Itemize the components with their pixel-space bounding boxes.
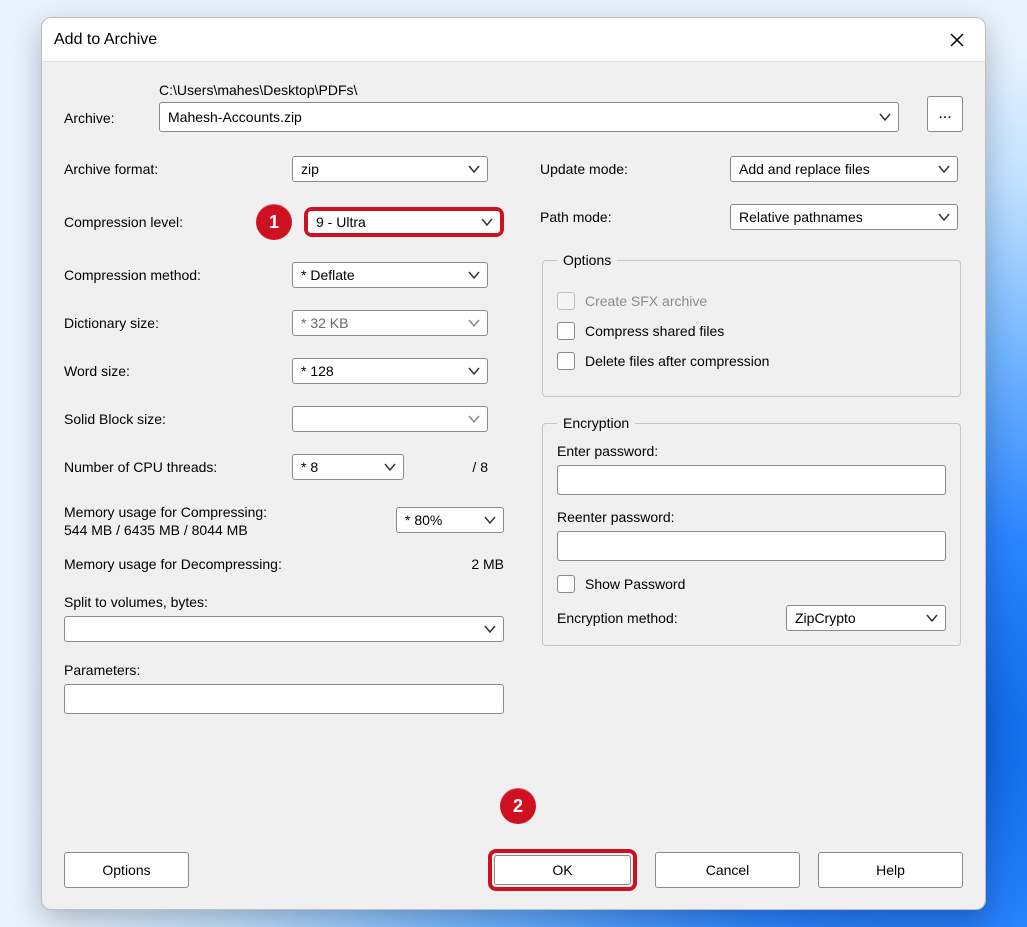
options-group: Options Create SFX archive Compress shar… [542,252,961,397]
chevron-down-icon [919,612,945,624]
split-volumes-label: Split to volumes, bytes: [64,594,504,610]
enter-password-input[interactable] [557,465,946,495]
solid-block-size-select[interactable] [292,406,488,432]
cancel-button[interactable]: Cancel [655,852,800,888]
checkbox-icon [557,352,575,370]
compression-method-select[interactable]: * Deflate [292,262,488,288]
add-to-archive-dialog: Add to Archive Archive: C:\Users\mahes\D… [41,17,986,910]
chevron-down-icon [931,211,957,223]
path-mode-label: Path mode: [540,209,730,225]
cpu-threads-select[interactable]: * 8 [292,454,404,480]
chevron-down-icon [872,111,898,123]
archive-path: C:\Users\mahes\Desktop\PDFs\ [159,82,899,98]
reenter-password-label: Reenter password: [557,509,946,525]
compression-method-label: Compression method: [64,267,292,283]
dictionary-size-label: Dictionary size: [64,315,292,331]
enter-password-label: Enter password: [557,443,946,459]
parameters-input[interactable] [64,684,504,714]
window-title: Add to Archive [54,31,941,49]
titlebar: Add to Archive [42,18,985,62]
chevron-down-icon [461,269,487,281]
archive-label: Archive: [64,110,149,132]
reenter-password-input[interactable] [557,531,946,561]
chevron-down-icon [477,623,503,635]
browse-archive-button[interactable]: ... [927,96,963,132]
delete-after-checkbox[interactable]: Delete files after compression [557,352,946,370]
encryption-method-label: Encryption method: [557,610,772,626]
update-mode-select[interactable]: Add and replace files [730,156,958,182]
checkbox-icon [557,575,575,593]
checkbox-icon [557,322,575,340]
compress-shared-checkbox[interactable]: Compress shared files [557,322,946,340]
mem-decompress-value: 2 MB [471,556,504,572]
archive-filename: Mahesh-Accounts.zip [160,109,872,125]
word-size-select[interactable]: * 128 [292,358,488,384]
path-mode-select[interactable]: Relative pathnames [730,204,958,230]
chevron-down-icon [477,514,503,526]
encryption-legend: Encryption [557,415,635,431]
archive-filename-combo[interactable]: Mahesh-Accounts.zip [159,102,899,132]
encryption-group: Encryption Enter password: Reenter passw… [542,415,961,646]
encryption-method-select[interactable]: ZipCrypto [786,605,946,631]
mem-decompress-label: Memory usage for Decompressing: [64,556,471,572]
mem-compress-select[interactable]: * 80% [396,507,504,533]
close-icon [950,33,964,47]
ellipsis-icon: ... [938,105,951,123]
callout-badge-1: 1 [256,204,292,240]
cpu-threads-total: / 8 [404,459,488,475]
chevron-down-icon [931,163,957,175]
archive-format-select[interactable]: zip [292,156,488,182]
chevron-down-icon [461,365,487,377]
archive-format-label: Archive format: [64,161,292,177]
chevron-down-icon [461,317,487,329]
compression-level-select[interactable]: 9 - Ultra [308,211,500,233]
solid-block-size-label: Solid Block size: [64,411,292,427]
chevron-down-icon [377,461,403,473]
checkbox-icon [557,292,575,310]
cpu-threads-label: Number of CPU threads: [64,459,292,475]
options-legend: Options [557,252,617,268]
callout-badge-2: 2 [500,788,536,824]
parameters-label: Parameters: [64,662,504,678]
chevron-down-icon [461,163,487,175]
close-button[interactable] [941,24,973,56]
update-mode-label: Update mode: [540,161,730,177]
ok-button[interactable]: OK [494,855,631,885]
chevron-down-icon [474,216,500,228]
ok-highlight: OK [488,849,637,891]
help-button[interactable]: Help [818,852,963,888]
chevron-down-icon [461,413,487,425]
split-volumes-select[interactable] [64,616,504,642]
mem-compress-detail: 544 MB / 6435 MB / 8044 MB [64,522,372,538]
mem-compress-label: Memory usage for Compressing: [64,504,372,520]
sfx-checkbox: Create SFX archive [557,292,946,310]
word-size-label: Word size: [64,363,292,379]
options-button[interactable]: Options [64,852,189,888]
show-password-checkbox[interactable]: Show Password [557,575,946,593]
compression-level-label: Compression level: [64,214,256,230]
dictionary-size-select[interactable]: * 32 KB [292,310,488,336]
